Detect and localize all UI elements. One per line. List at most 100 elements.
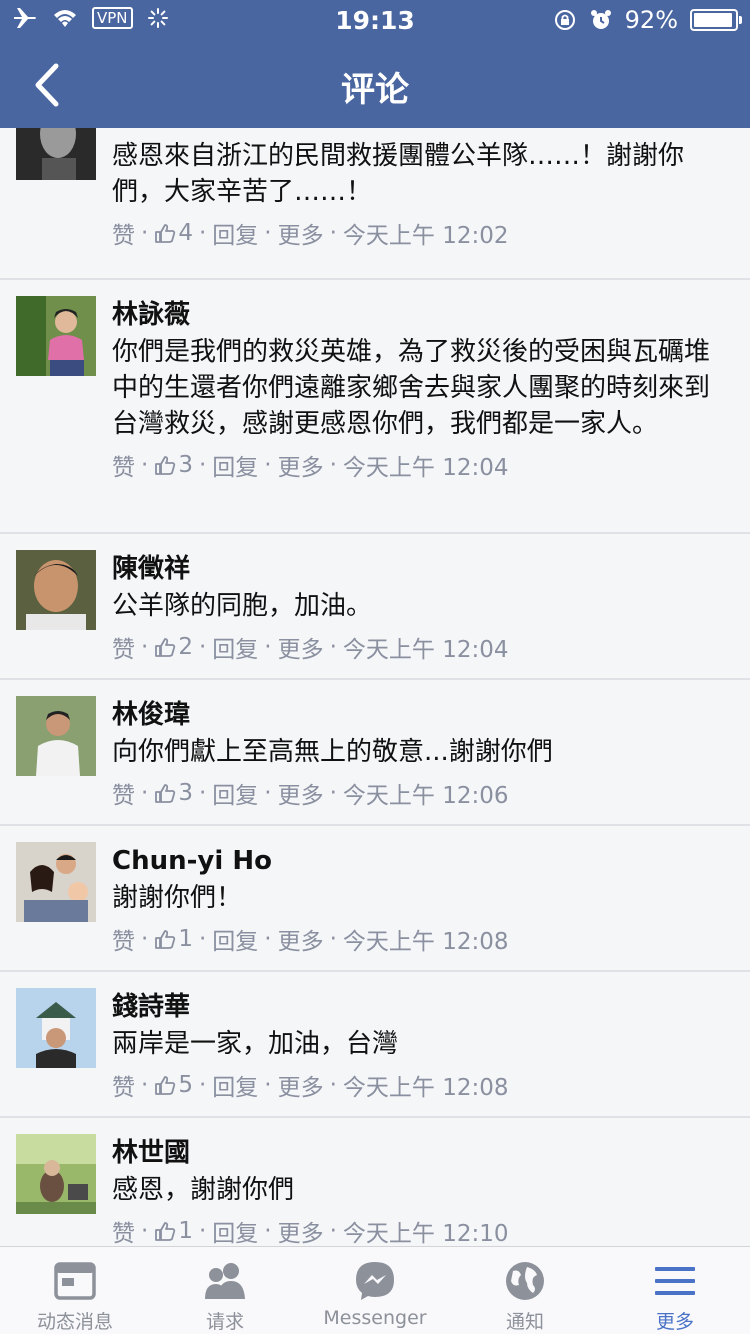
menu-icon [655,1267,695,1295]
tab-label: Messenger [323,1307,427,1329]
comment-text: 感恩來自浙江的民間救援團體公羊隊……！謝謝你們，大家辛苦了……！ [112,141,685,207]
avatar[interactable] [16,988,96,1068]
globe-notifications-icon [506,1262,544,1300]
like-count-thumb-icon [155,224,176,243]
comment-meta: 赞 · 1 · 回复 · 更多 · 今天上午 12:08 [112,922,734,956]
comment-meta: 赞 · 5 · 回复 · 更多 · 今天上午 12:08 [112,1068,734,1102]
commenter-name[interactable]: 林俊瑋 [112,698,734,732]
tab-news-feed[interactable]: 动态消息 [0,1247,150,1334]
alarm-icon [590,10,611,29]
tab-label: 更多 [655,1311,694,1333]
comment-text: 感恩，謝謝你們 [112,1175,295,1205]
like-count-thumb-icon [155,1076,176,1095]
more-button[interactable]: 更多 [278,776,324,810]
reply-button[interactable]: 回复 [212,448,258,482]
comment-time: 今天上午 12:02 [342,223,509,249]
tab-label: 通知 [505,1311,544,1333]
comment-item: 林俊瑋 向你們獻上至高無上的敬意...謝謝你們 赞 · 3 · 回复 · 更多 · 今天… [0,680,750,826]
comment-text: 公羊隊的同胞，加油。 [112,591,373,621]
like-count[interactable]: 4 [178,220,193,246]
commenter-name[interactable]: 錢詩華 [112,990,734,1024]
avatar[interactable] [16,296,96,376]
like-count-thumb-icon [155,638,176,657]
commenter-name[interactable]: 林世國 [112,1136,734,1170]
comment-meta: 赞 · 3 · 回复 · 更多 · 今天上午 12:04 [112,448,734,482]
like-button[interactable]: 赞 [112,1214,135,1246]
avatar[interactable] [16,550,96,630]
comment-text: 謝謝你們！ [112,883,243,913]
reply-button[interactable]: 回复 [212,922,258,956]
like-count[interactable]: 3 [178,452,193,478]
like-count[interactable]: 5 [178,1072,193,1098]
battery-icon [690,9,742,31]
reply-button[interactable]: 回复 [212,630,258,664]
orientation-lock-icon [554,10,575,30]
commenter-name[interactable]: 陳徵祥 [112,552,734,586]
comment-list[interactable]: Alicia Chen 感恩來自浙江的民間救援團體公羊隊……！謝謝你們，大家辛苦… [0,128,750,1246]
comment-meta: 赞 · 3 · 回复 · 更多 · 今天上午 12:06 [112,776,734,810]
like-button[interactable]: 赞 [112,216,135,250]
like-button[interactable]: 赞 [112,1068,135,1102]
news-feed-icon [54,1262,96,1300]
comment-meta: 赞 · 2 · 回复 · 更多 · 今天上午 12:04 [112,630,734,664]
avatar[interactable] [16,696,96,776]
comment-meta: 赞 · 4 · 回复 · 更多 · 今天上午 12:02 [112,216,734,250]
tab-label: 请求 [205,1311,244,1333]
like-count[interactable]: 1 [178,926,193,952]
comment-time: 今天上午 12:08 [342,929,509,955]
like-count[interactable]: 1 [178,1218,193,1244]
comment-item: 錢詩華 兩岸是一家，加油，台灣 赞 · 5 · 回复 · 更多 · 今天上午 12:08 [0,972,750,1118]
like-count-thumb-icon [155,456,176,475]
like-count-thumb-icon [155,1222,176,1241]
more-button[interactable]: 更多 [278,1214,324,1246]
messenger-icon [356,1262,394,1300]
friend-requests-icon [205,1263,245,1299]
like-button[interactable]: 赞 [112,776,135,810]
tab-more[interactable]: 更多 [600,1247,750,1334]
comment-time: 今天上午 12:10 [342,1221,509,1246]
page-title: 评论 [341,70,409,110]
comment-text: 兩岸是一家，加油，台灣 [112,1029,399,1059]
comment-item: 陳徵祥 公羊隊的同胞，加油。 赞 · 2 · 回复 · 更多 · 今天上午 12:04 [0,534,750,680]
comment-meta: 赞 · 1 · 回复 · 更多 · 今天上午 12:10 [112,1214,734,1246]
avatar[interactable] [16,128,96,180]
like-button[interactable]: 赞 [112,630,135,664]
top-bar: VPN 19:13 92% 评论 [0,0,750,128]
comment-text: 向你們獻上至高無上的敬意...謝謝你們 [112,737,553,767]
tab-label: 动态消息 [36,1311,113,1333]
more-button[interactable]: 更多 [278,922,324,956]
comment-time: 今天上午 12:06 [342,783,509,809]
nav-bar: 评论 [0,40,750,128]
tab-requests[interactable]: 请求 [150,1247,300,1334]
comment-text: 你們是我們的救災英雄，為了救災後的受困與瓦礪堆中的生還者你們遠離家鄉舍去與家人團… [112,337,711,439]
comment-time: 今天上午 12:04 [342,455,509,481]
tab-messenger[interactable]: Messenger [300,1247,450,1334]
like-count[interactable]: 3 [178,780,193,806]
more-button[interactable]: 更多 [278,448,324,482]
reply-button[interactable]: 回复 [212,776,258,810]
comment-time: 今天上午 12:08 [342,1075,509,1101]
more-button[interactable]: 更多 [278,1068,324,1102]
commenter-name[interactable]: Chun-yi Ho [112,844,734,878]
tab-bar: 动态消息 请求 Messenger 通知 更多 [0,1246,750,1334]
comment-item: Alicia Chen 感恩來自浙江的民間救援團體公羊隊……！謝謝你們，大家辛苦… [0,128,750,280]
commenter-name[interactable]: Alicia Chen [112,128,734,136]
tab-notifications[interactable]: 通知 [450,1247,600,1334]
status-bar: VPN 19:13 92% [0,0,750,40]
avatar[interactable] [16,1134,96,1214]
more-button[interactable]: 更多 [278,216,324,250]
reply-button[interactable]: 回复 [212,1068,258,1102]
comment-item: 林詠薇 你們是我們的救災英雄，為了救災後的受困與瓦礪堆中的生還者你們遠離家鄉舍去… [0,280,750,534]
reply-button[interactable]: 回复 [212,216,258,250]
like-count[interactable]: 2 [178,634,193,660]
like-button[interactable]: 赞 [112,922,135,956]
more-button[interactable]: 更多 [278,630,324,664]
reply-button[interactable]: 回复 [212,1214,258,1246]
like-count-thumb-icon [155,784,176,803]
comment-item: 林世國 感恩，謝謝你們 赞 · 1 · 回复 · 更多 · 今天上午 12:10 [0,1118,750,1246]
like-button[interactable]: 赞 [112,448,135,482]
avatar[interactable] [16,842,96,922]
comment-item: Chun-yi Ho 謝謝你們！ 赞 · 1 · 回复 · 更多 · 今天上午 12:0… [0,826,750,972]
commenter-name[interactable]: 林詠薇 [112,298,734,332]
battery-percent: 92% [624,6,678,34]
